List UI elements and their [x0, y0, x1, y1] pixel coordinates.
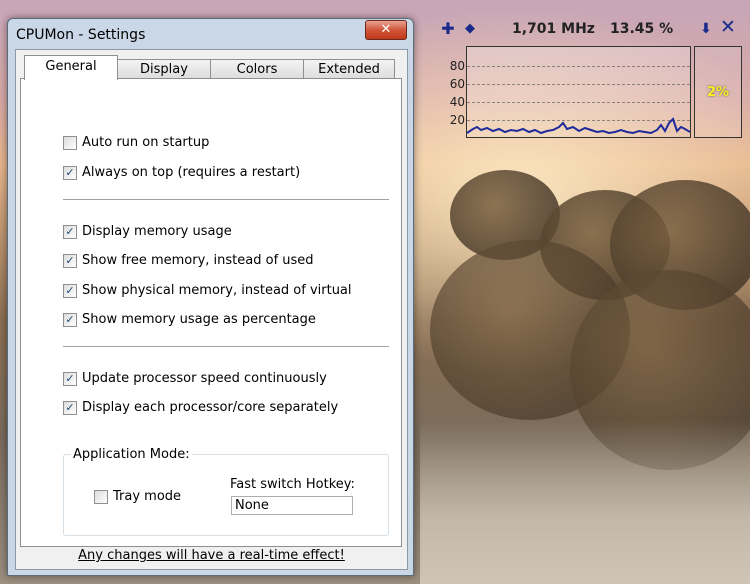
- tab-general[interactable]: General: [24, 55, 118, 80]
- y-tick-80: 80: [449, 59, 465, 73]
- realtime-effect-link[interactable]: Any changes will have a real-time effect…: [16, 548, 407, 563]
- arrow-down-icon[interactable]: ⬇: [698, 21, 714, 37]
- wallpaper-haze: [420, 420, 750, 584]
- checkbox-box[interactable]: ✓: [63, 284, 77, 298]
- checkbox-label: Display each processor/core separately: [82, 400, 339, 415]
- window-client-area: General Display Colors Extended Auto run…: [15, 49, 408, 570]
- checkbox-label: Always on top (requires a restart): [82, 165, 301, 180]
- tab-extended[interactable]: Extended: [303, 59, 395, 79]
- separator: [63, 199, 389, 200]
- y-tick-20: 20: [449, 113, 465, 127]
- checkbox-box[interactable]: ✓: [63, 372, 77, 386]
- checkbox-box[interactable]: ✓: [63, 313, 77, 327]
- general-panel: Auto run on startup ✓ Always on top (req…: [20, 78, 402, 547]
- title-bar[interactable]: CPUMon - Settings ✕: [8, 19, 413, 49]
- y-tick-40: 40: [449, 95, 465, 109]
- y-tick-60: 60: [449, 77, 465, 91]
- checkbox-label: Update processor speed continuously: [82, 371, 327, 386]
- checkbox-label: Show memory usage as percentage: [82, 312, 316, 327]
- checkbox-box[interactable]: [63, 136, 77, 150]
- add-icon[interactable]: ✚: [440, 21, 456, 37]
- checkbox-box[interactable]: ✓: [63, 254, 77, 268]
- bar-percent-label: 2%: [706, 85, 730, 100]
- cpu-speed: 1,701 MHz: [512, 21, 595, 37]
- checkbox-box[interactable]: ✓: [63, 225, 77, 239]
- checkbox-label: Display memory usage: [82, 224, 232, 239]
- checkbox-box[interactable]: [94, 490, 108, 504]
- checkbox-label: Show physical memory, instead of virtual: [82, 283, 352, 298]
- hotkey-input[interactable]: None: [231, 496, 353, 515]
- cpu-graph: 80 60 40 20: [450, 46, 691, 138]
- checkbox-label: Tray mode: [113, 489, 182, 504]
- tab-display[interactable]: Display: [117, 59, 211, 79]
- checkbox-label: Show free memory, instead of used: [82, 253, 314, 268]
- tab-colors[interactable]: Colors: [210, 59, 304, 79]
- separator: [63, 346, 389, 347]
- close-widget-icon[interactable]: ✕: [720, 18, 736, 37]
- diamond-icon[interactable]: ◆: [462, 21, 478, 37]
- close-button[interactable]: ✕: [365, 20, 407, 40]
- tab-strip: General Display Colors Extended: [20, 55, 400, 80]
- group-title: Application Mode:: [71, 447, 192, 462]
- cpu-usage-line: [467, 117, 690, 135]
- checkbox-label: Auto run on startup: [82, 135, 210, 150]
- application-mode-group: Application Mode: Tray mode Fast switch …: [63, 447, 389, 536]
- cpu-usage: 13.45 %: [610, 21, 674, 37]
- checkbox-box[interactable]: ✓: [63, 401, 77, 415]
- checkbox-box[interactable]: ✓: [63, 166, 77, 180]
- cpu-usage-bar: 2%: [694, 46, 742, 138]
- settings-window: CPUMon - Settings ✕ General Display Colo…: [7, 18, 414, 576]
- window-title: CPUMon - Settings: [16, 27, 146, 43]
- hotkey-label: Fast switch Hotkey:: [230, 477, 355, 492]
